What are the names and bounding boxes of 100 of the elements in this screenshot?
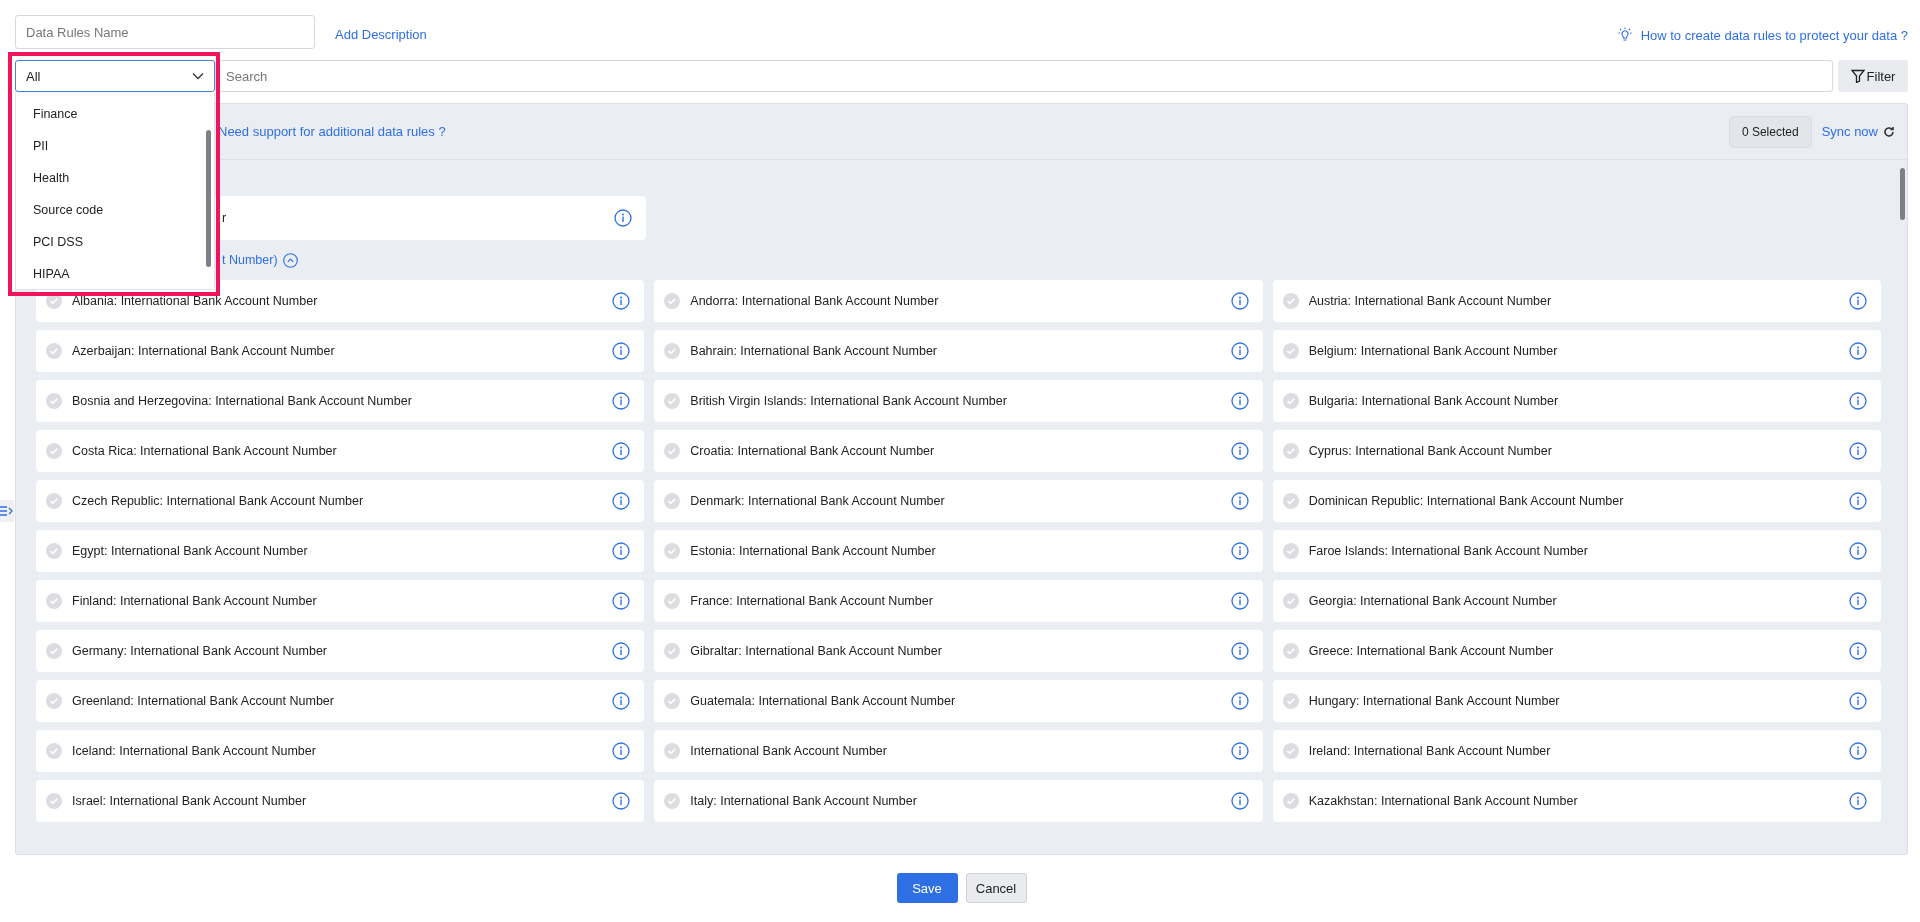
- info-icon[interactable]: [1849, 392, 1867, 410]
- check-circle-icon[interactable]: [664, 793, 681, 809]
- info-icon[interactable]: [1849, 492, 1867, 510]
- rule-card[interactable]: Bulgaria: International Bank Account Number: [1272, 380, 1881, 422]
- info-icon[interactable]: [1849, 292, 1867, 310]
- dropdown-option[interactable]: Finance: [16, 98, 200, 130]
- rule-card[interactable]: Gibraltar: International Bank Account Number: [654, 630, 1263, 672]
- info-icon[interactable]: [614, 209, 632, 227]
- rule-card[interactable]: Hungary: International Bank Account Number: [1272, 680, 1881, 722]
- category-select[interactable]: All: [15, 60, 215, 92]
- dropdown-option[interactable]: PCI DSS: [16, 226, 200, 258]
- info-icon[interactable]: [612, 742, 631, 760]
- name-field[interactable]: Data Rules Name: [15, 15, 315, 49]
- check-circle-icon[interactable]: [46, 543, 62, 559]
- info-icon[interactable]: [1849, 342, 1867, 360]
- sidebar-toggle[interactable]: [0, 500, 14, 522]
- check-circle-icon[interactable]: [1282, 493, 1299, 509]
- check-circle-icon[interactable]: [1282, 693, 1299, 709]
- check-circle-icon[interactable]: [664, 743, 681, 759]
- check-circle-icon[interactable]: [1282, 593, 1299, 609]
- info-icon[interactable]: [1230, 492, 1249, 510]
- check-circle-icon[interactable]: [1282, 393, 1299, 409]
- check-circle-icon[interactable]: [46, 393, 62, 409]
- rule-card[interactable]: Germany: International Bank Account Number: [36, 630, 645, 672]
- check-circle-icon[interactable]: [1282, 343, 1299, 359]
- rule-card[interactable]: Greenland: International Bank Account Number: [36, 680, 645, 722]
- check-circle-icon[interactable]: [46, 343, 62, 359]
- info-icon[interactable]: [1849, 542, 1867, 560]
- rule-card[interactable]: British Virgin Islands: International Bank Account Number: [654, 380, 1263, 422]
- help-link[interactable]: How to create data rules to protect your data ?: [1616, 27, 1908, 43]
- info-icon[interactable]: [1230, 392, 1249, 410]
- scrollbar-thumb[interactable]: [1900, 168, 1905, 220]
- info-icon[interactable]: [612, 592, 631, 610]
- info-icon[interactable]: [1230, 342, 1249, 360]
- rule-card[interactable]: Greece: International Bank Account Number: [1272, 630, 1881, 672]
- cancel-button[interactable]: Cancel: [965, 873, 1027, 903]
- info-icon[interactable]: [612, 392, 631, 410]
- info-icon[interactable]: [612, 442, 631, 460]
- info-icon[interactable]: [1849, 592, 1867, 610]
- rule-card[interactable]: Italy: International Bank Account Number: [654, 780, 1263, 822]
- check-circle-icon[interactable]: [46, 793, 62, 809]
- info-icon[interactable]: [612, 792, 631, 810]
- search-field[interactable]: Search: [215, 60, 1833, 92]
- dropdown-option[interactable]: Health: [16, 162, 200, 194]
- check-circle-icon[interactable]: [664, 693, 681, 709]
- section-title[interactable]: t Number): [222, 253, 278, 267]
- rule-card[interactable]: Austria: International Bank Account Number: [1272, 280, 1881, 322]
- rule-card[interactable]: Czech Republic: International Bank Account Number: [36, 480, 645, 522]
- check-circle-icon[interactable]: [664, 643, 681, 659]
- info-icon[interactable]: [612, 492, 631, 510]
- check-circle-icon[interactable]: [46, 593, 62, 609]
- info-icon[interactable]: [1230, 642, 1249, 660]
- check-circle-icon[interactable]: [664, 593, 681, 609]
- check-circle-icon[interactable]: [664, 293, 681, 309]
- rule-card[interactable]: Croatia: International Bank Account Number: [654, 430, 1263, 472]
- info-icon[interactable]: [1849, 792, 1867, 810]
- check-circle-icon[interactable]: [664, 543, 681, 559]
- rule-card[interactable]: Belgium: International Bank Account Number: [1272, 330, 1881, 372]
- check-circle-icon[interactable]: [1282, 543, 1299, 559]
- check-circle-icon[interactable]: [664, 493, 681, 509]
- info-icon[interactable]: [1849, 692, 1867, 710]
- rule-card[interactable]: Bahrain: International Bank Account Number: [654, 330, 1263, 372]
- info-icon[interactable]: [1230, 592, 1249, 610]
- info-icon[interactable]: [612, 692, 631, 710]
- rule-card[interactable]: Georgia: International Bank Account Number: [1272, 580, 1881, 622]
- info-icon[interactable]: [1230, 442, 1249, 460]
- info-icon[interactable]: [1849, 642, 1867, 660]
- check-circle-icon[interactable]: [1282, 293, 1299, 309]
- rule-card[interactable]: Denmark: International Bank Account Number: [654, 480, 1263, 522]
- rule-card[interactable]: International Bank Account Number: [654, 730, 1263, 772]
- scrollbar-thumb[interactable]: [206, 130, 211, 267]
- info-icon[interactable]: [1230, 542, 1249, 560]
- rule-card[interactable]: Andorra: International Bank Account Number: [654, 280, 1263, 322]
- filter-button[interactable]: Filter: [1838, 60, 1908, 92]
- rule-card[interactable]: Egypt: International Bank Account Number: [36, 530, 645, 572]
- rule-card[interactable]: Cyprus: International Bank Account Number: [1272, 430, 1881, 472]
- sync-now-link[interactable]: Sync now: [1821, 124, 1895, 139]
- check-circle-icon[interactable]: [1282, 743, 1299, 759]
- info-icon[interactable]: [1849, 442, 1867, 460]
- info-icon[interactable]: [1849, 742, 1867, 760]
- info-icon[interactable]: [1230, 742, 1249, 760]
- rule-card[interactable]: Albania: International Bank Account Number: [36, 280, 645, 322]
- check-circle-icon[interactable]: [1282, 443, 1299, 459]
- rule-card[interactable]: Guatemala: International Bank Account Number: [654, 680, 1263, 722]
- info-icon[interactable]: [612, 342, 631, 360]
- info-icon[interactable]: [612, 292, 631, 310]
- rule-card[interactable]: Estonia: International Bank Account Number: [654, 530, 1263, 572]
- check-circle-icon[interactable]: [664, 393, 681, 409]
- rule-card[interactable]: Kazakhstan: International Bank Account Number: [1272, 780, 1881, 822]
- check-circle-icon[interactable]: [1282, 643, 1299, 659]
- save-button[interactable]: Save: [896, 873, 958, 903]
- rule-card[interactable]: Azerbaijan: International Bank Account Number: [36, 330, 645, 372]
- rule-card[interactable]: Bosnia and Herzegovina: International Bank Account Number: [36, 380, 645, 422]
- info-icon[interactable]: [1230, 692, 1249, 710]
- rule-card[interactable]: Iceland: International Bank Account Number: [36, 730, 645, 772]
- rule-card[interactable]: Israel: International Bank Account Number: [36, 780, 645, 822]
- check-circle-icon[interactable]: [664, 443, 681, 459]
- dropdown-option[interactable]: PII: [16, 130, 200, 162]
- check-circle-icon[interactable]: [46, 443, 62, 459]
- add-description-link[interactable]: Add Description: [335, 26, 427, 42]
